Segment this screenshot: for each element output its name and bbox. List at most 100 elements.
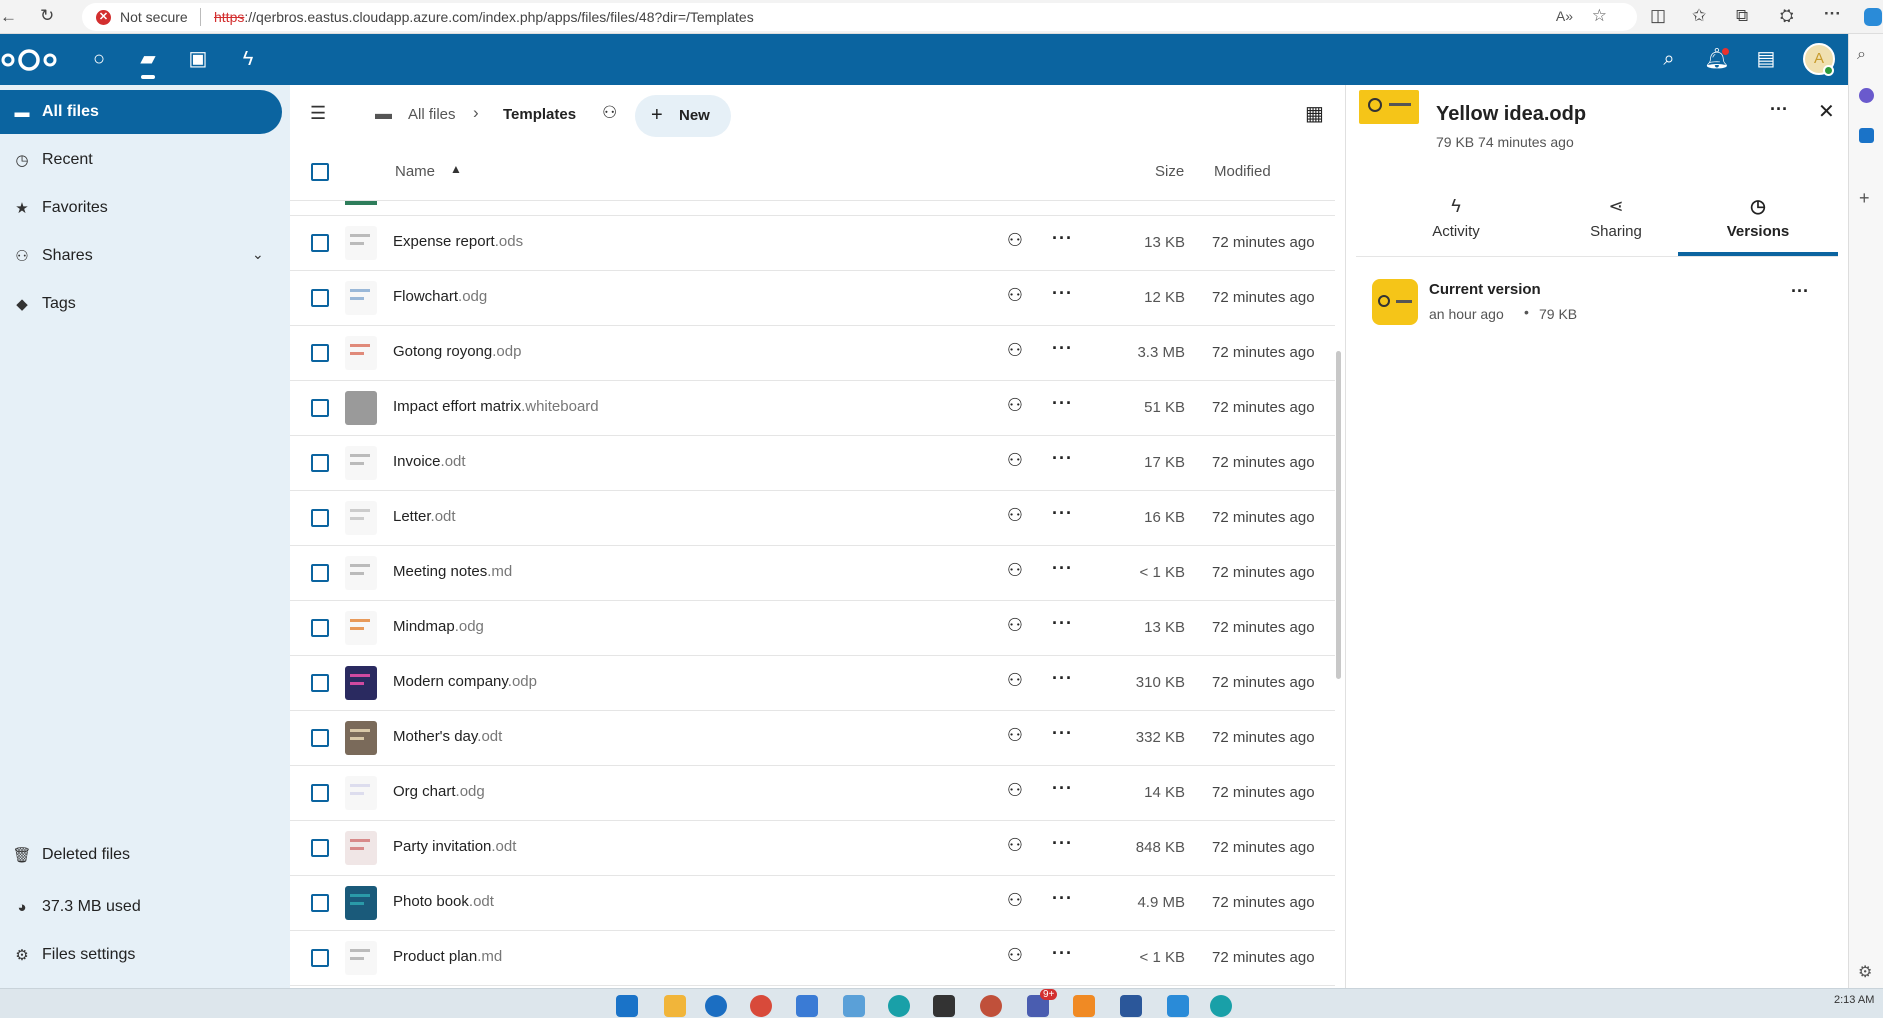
more-actions-icon[interactable]: ··· [1052,393,1073,414]
file-name[interactable]: Photo book.odt [393,893,494,910]
more-actions-icon[interactable]: ··· [1052,723,1073,744]
sidebar-item-shares[interactable]: ⚇ Shares ⌄ [0,234,282,278]
sidebar-item-tags[interactable]: ◆ Tags [0,282,282,326]
tab-sharing[interactable]: ⋖ Sharing [1536,196,1696,256]
sidebar-item-recent[interactable]: ◷ Recent [0,138,282,182]
calendar-icon[interactable] [796,995,818,1017]
share-icon[interactable]: ⚇ [1003,725,1027,746]
terminal-icon[interactable] [933,995,955,1017]
table-row[interactable]: Impact effort matrix.whiteboard ⚇ ··· 51 KB… [290,381,1335,436]
back-icon[interactable]: ← [0,7,17,27]
share-icon[interactable]: ⚇ [1003,835,1027,856]
column-modified[interactable]: Modified [1214,163,1271,180]
scrollbar[interactable] [1336,351,1341,679]
more-actions-icon[interactable]: ··· [1052,833,1073,854]
side-add-icon[interactable]: + [1859,188,1870,209]
photos-icon[interactable]: ▣ [183,44,213,74]
storage-quota[interactable]: ◕ 37.3 MB used [0,885,282,929]
share-icon[interactable]: ⚇ [1003,560,1027,581]
side-app-icon[interactable] [1859,88,1874,103]
share-icon[interactable]: ⚇ [1003,670,1027,691]
share-icon[interactable]: ⚇ [1003,340,1027,361]
app-icon[interactable] [1073,995,1095,1017]
column-name[interactable]: Name [395,163,435,180]
row-checkbox[interactable] [311,289,329,307]
sidebar-item-deleted-files[interactable]: 🗑︎ Deleted files [0,833,282,877]
file-name[interactable]: Impact effort matrix.whiteboard [393,398,599,415]
copilot-icon[interactable] [1864,8,1882,26]
table-row[interactable]: Flowchart.odg ⚇ ··· 12 KB 72 minutes ago [290,271,1335,326]
more-actions-icon[interactable]: ··· [1052,503,1073,524]
dashboard-icon[interactable]: ○ [84,44,114,74]
table-row[interactable]: Mother's day.odt ⚇ ··· 332 KB 72 minutes ago [290,711,1335,766]
row-checkbox[interactable] [311,674,329,692]
file-name[interactable]: Modern company.odp [393,673,537,690]
share-icon[interactable]: ⚇ [1003,395,1027,416]
extensions-icon[interactable]: ⛭ [1780,6,1794,26]
file-name[interactable]: Letter.odt [393,508,456,525]
file-name[interactable]: Flowchart.odg [393,288,487,305]
chrome-icon[interactable] [750,995,772,1017]
tab-activity[interactable]: ϟ Activity [1376,196,1536,256]
table-row[interactable]: Letter.odt ⚇ ··· 16 KB 72 minutes ago [290,491,1335,546]
start-icon[interactable] [616,995,638,1017]
new-button[interactable]: + New [635,95,731,137]
breadcrumb-current[interactable]: Templates [503,106,576,123]
tab-versions[interactable]: ◷ Versions [1678,196,1838,256]
chevron-down-icon[interactable]: ⌄ [252,246,264,263]
collections-icon[interactable]: ⧉ [1736,6,1748,26]
table-row[interactable]: Org chart.odg ⚇ ··· 14 KB 72 minutes ago [290,766,1335,821]
share-icon[interactable]: ⚇ [1003,285,1027,306]
table-row[interactable]: Modern company.odp ⚇ ··· 310 KB 72 minutes a… [290,656,1335,711]
calculator-icon[interactable] [843,995,865,1017]
vscode-icon[interactable] [1167,995,1189,1017]
share-icon[interactable]: ⚇ [1003,780,1027,801]
sidebar-item-files-settings[interactable]: ⚙ Files settings [0,933,282,977]
split-screen-icon[interactable]: ◫ [1650,6,1666,26]
table-row[interactable]: Invoice.odt ⚇ ··· 17 KB 72 minutes ago [290,436,1335,491]
more-actions-icon[interactable]: ··· [1052,338,1073,359]
file-name[interactable]: Party invitation.odt [393,838,516,855]
file-name[interactable]: Expense report.ods [393,233,523,250]
more-actions-icon[interactable]: ··· [1770,99,1788,120]
breadcrumb-all-files[interactable]: All files [408,106,456,123]
file-name[interactable]: Meeting notes.md [393,563,512,580]
table-row[interactable]: Product plan.md ⚇ ··· < 1 KB 72 minutes ago [290,931,1335,986]
table-row[interactable]: Gotong royong.odp ⚇ ··· 3.3 MB 72 minutes ag… [290,326,1335,381]
table-row[interactable]: Meeting notes.md ⚇ ··· < 1 KB 72 minutes ago [290,546,1335,601]
version-item[interactable]: Current version an hour ago • 79 KB ··· [1356,271,1836,341]
row-checkbox[interactable] [311,344,329,362]
more-actions-icon[interactable]: ··· [1052,668,1073,689]
row-checkbox[interactable] [311,894,329,912]
word-icon[interactable] [1120,995,1142,1017]
nextcloud-logo-icon[interactable] [0,46,60,74]
breadcrumb-folder-icon[interactable]: ▬ [375,104,392,124]
browser-menu-icon[interactable]: ··· [1824,4,1841,24]
share-folder-icon[interactable]: ⚇ [602,103,617,123]
file-name[interactable]: Product plan.md [393,948,502,965]
share-icon[interactable]: ⚇ [1003,230,1027,251]
clock[interactable]: 2:13 AM [1834,994,1874,1006]
share-icon[interactable]: ⚇ [1003,450,1027,471]
side-settings-icon[interactable]: ⚙ [1858,962,1872,982]
refresh-icon[interactable]: ↻ [40,6,54,26]
share-icon[interactable]: ⚇ [1003,615,1027,636]
version-more-icon[interactable]: ··· [1791,281,1809,302]
table-row[interactable]: Mindmap.odg ⚇ ··· 13 KB 72 minutes ago [290,601,1335,656]
sidebar-item-all-files[interactable]: ▬ All files [0,90,282,134]
more-actions-icon[interactable]: ··· [1052,943,1073,964]
app-icon[interactable] [1210,995,1232,1017]
row-checkbox[interactable] [311,454,329,472]
share-icon[interactable]: ⚇ [1003,945,1027,966]
more-actions-icon[interactable]: ··· [1052,228,1073,249]
table-row[interactable]: Photo book.odt ⚇ ··· 4.9 MB 72 minutes ago [290,876,1335,931]
file-name[interactable]: Mindmap.odg [393,618,484,635]
row-checkbox[interactable] [311,509,329,527]
row-checkbox[interactable] [311,784,329,802]
sort-ascending-icon[interactable]: ▲ [450,162,462,176]
side-search-icon[interactable]: ⌕ [1857,46,1866,64]
search-icon[interactable]: ⌕ [1654,44,1684,74]
row-checkbox[interactable] [311,619,329,637]
column-size[interactable]: Size [1155,163,1184,180]
more-actions-icon[interactable]: ··· [1052,283,1073,304]
